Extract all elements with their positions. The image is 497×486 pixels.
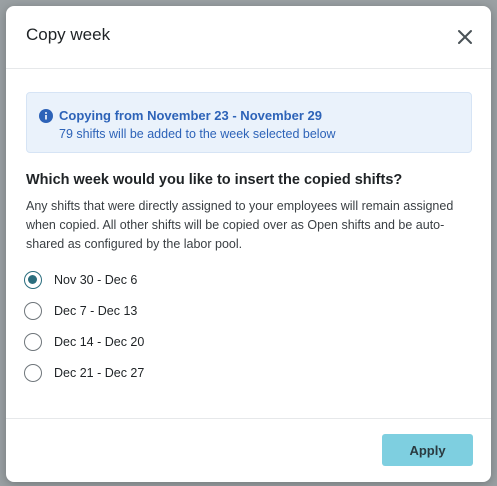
week-option-label: Nov 30 - Dec 6	[54, 273, 138, 287]
modal-title: Copy week	[26, 25, 111, 44]
week-option-2[interactable]: Dec 7 - Dec 13	[24, 301, 224, 321]
close-icon	[458, 30, 472, 44]
radio-button[interactable]	[24, 364, 42, 382]
info-icon	[39, 109, 53, 123]
week-option-label: Dec 21 - Dec 27	[54, 366, 145, 380]
copy-description: Any shifts that were directly assigned t…	[26, 199, 454, 251]
info-title: Copying from November 23 - November 29	[59, 108, 322, 123]
week-option-4[interactable]: Dec 21 - Dec 27	[24, 363, 224, 383]
modal-footer: Apply	[6, 418, 491, 482]
week-option-1[interactable]: Nov 30 - Dec 6	[24, 270, 224, 290]
week-question: Which week would you like to insert the …	[26, 172, 403, 188]
radio-button[interactable]	[24, 333, 42, 351]
week-option-label: Dec 7 - Dec 13	[54, 304, 138, 318]
close-button[interactable]	[453, 25, 477, 49]
radio-button[interactable]	[24, 302, 42, 320]
copy-week-modal: Copy week Copying from November 23 - Nov…	[6, 6, 491, 482]
week-option-label: Dec 14 - Dec 20	[54, 335, 145, 349]
radio-button-selected[interactable]	[24, 271, 42, 289]
modal-header: Copy week	[6, 6, 491, 69]
info-banner: Copying from November 23 - November 29 7…	[26, 92, 472, 153]
info-subtitle: 79 shifts will be added to the week sele…	[59, 127, 336, 141]
week-option-3[interactable]: Dec 14 - Dec 20	[24, 332, 224, 352]
apply-button[interactable]: Apply	[382, 434, 473, 466]
